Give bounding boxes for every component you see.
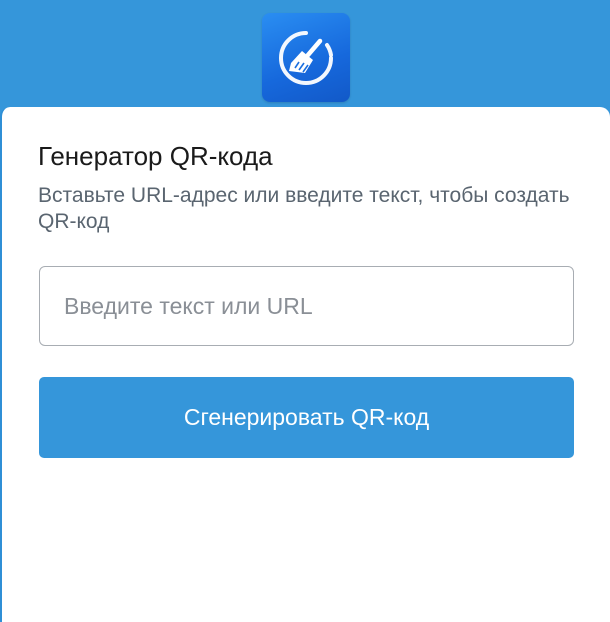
generate-qr-button[interactable]: Сгенерировать QR-код [39,377,574,458]
app-logo [262,13,350,102]
page-subtitle: Вставьте URL-адрес или введите текст, чт… [38,184,570,233]
text-url-input[interactable] [39,266,574,346]
broom-icon [279,30,333,85]
extension-popup: Генератор QR-кода Вставьте URL-адрес или… [0,0,610,622]
page-title: Генератор QR-кода [38,141,273,171]
